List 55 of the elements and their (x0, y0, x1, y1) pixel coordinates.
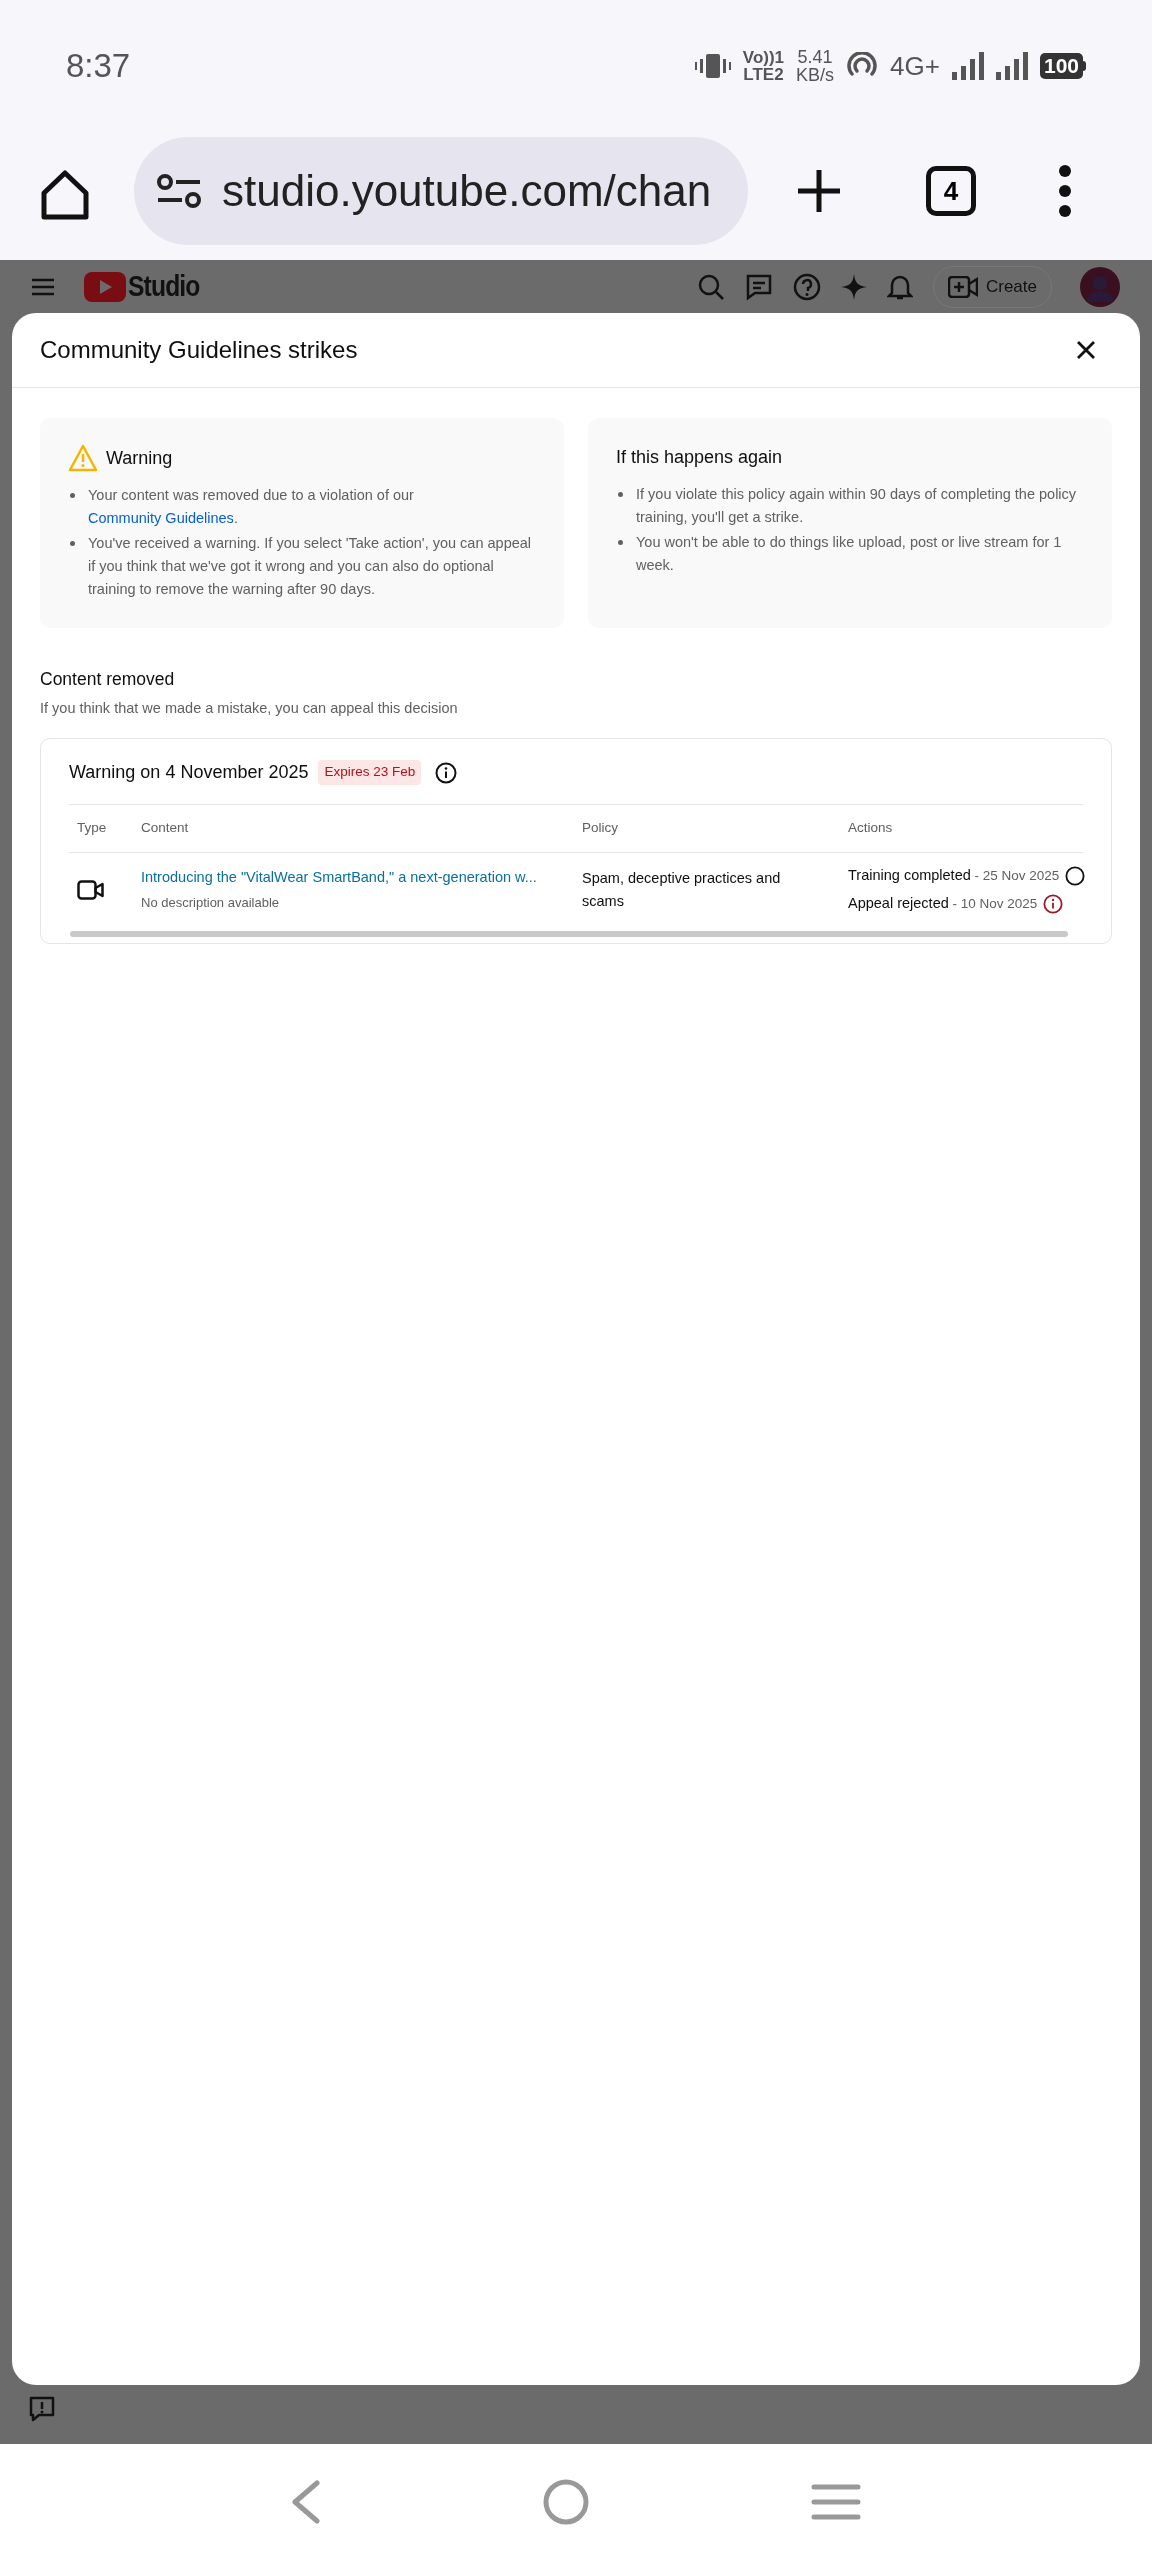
policy-text: Spam, deceptive practices and scams (582, 869, 782, 911)
close-icon[interactable] (1076, 340, 1096, 360)
sparkle-icon[interactable] (840, 273, 867, 300)
video-description: No description available (141, 894, 281, 913)
volte-label: Vo))1 (742, 49, 785, 66)
tab-count-button[interactable]: 4 (926, 166, 976, 216)
bullet-text: You won't be able to do things like upload, post or live stream for 1 week. (636, 533, 1063, 575)
column-header: Policy (582, 819, 619, 838)
expiry-badge: Expires 23 Feb (318, 760, 422, 785)
recents-icon[interactable] (811, 2483, 862, 2521)
video-add-icon (947, 275, 978, 298)
horizontal-scrollbar[interactable] (70, 931, 1068, 937)
home-button-icon[interactable] (542, 2478, 590, 2526)
network-label: 4G+ (890, 49, 940, 83)
bullet-text: Your content was removed due to a violation of our Community Guidelines. (88, 486, 415, 528)
volte-label: LTE2 (743, 66, 784, 83)
back-icon[interactable] (290, 2480, 321, 2524)
warning-icon (68, 444, 98, 472)
home-icon[interactable] (40, 169, 90, 221)
url-text: studio.youtube.com/chan (222, 165, 712, 217)
strike-title: Warning on 4 November 2025 (69, 761, 309, 784)
bullet-text: If you violate this policy again within 90 days of completing the policy training, you'll get a strike. (636, 485, 1078, 527)
section-subtitle: If you think that we made a mistake, you can appeal this decision (40, 699, 459, 719)
vibrate-icon (694, 51, 731, 81)
column-header: Actions (848, 819, 894, 838)
card-title: Warning (106, 446, 173, 470)
address-bar[interactable]: studio.youtube.com/chan (134, 137, 748, 245)
more-icon[interactable] (1058, 165, 1072, 217)
avatar-icon[interactable] (1080, 266, 1120, 307)
clock-time: 8:37 (66, 46, 131, 87)
guidelines-link[interactable]: Community Guidelines (88, 510, 234, 526)
column-header: Content (141, 819, 190, 838)
battery-level: 100 (1039, 53, 1083, 79)
site-settings-icon[interactable] (156, 173, 202, 209)
speed-label: KB/s (796, 66, 835, 84)
menu-icon[interactable] (32, 277, 54, 296)
studio-logo-text: Studio (128, 268, 200, 304)
comment-icon[interactable] (744, 272, 773, 301)
bullet-text: You've received a warning. If you select 'Take action', you can appeal if you think that we've got it wrong and you can also do optional training to remove the warning after 90 days. (88, 534, 533, 599)
video-link[interactable]: Introducing the "VitalWear SmartBand," a next-generation w... (141, 867, 582, 890)
signal-icon (951, 52, 984, 80)
help-icon[interactable] (792, 272, 821, 301)
play-logo-icon (84, 271, 126, 302)
feedback-icon[interactable] (28, 2395, 56, 2423)
action-status: Training completed - 25 Nov 2025 (848, 866, 1060, 886)
speed-label: 5.41 (797, 48, 833, 66)
dialog-title: Community Guidelines strikes (40, 335, 358, 365)
section-title: Content removed (40, 668, 176, 691)
video-camera-icon (77, 880, 105, 900)
plus-icon[interactable] (796, 168, 842, 214)
signal-icon (995, 52, 1028, 80)
search-icon[interactable] (696, 272, 725, 301)
card-title: If this happens again (616, 446, 783, 469)
action-status: Appeal rejected - 10 Nov 2025 (848, 894, 1038, 913)
column-header: Type (76, 819, 108, 838)
